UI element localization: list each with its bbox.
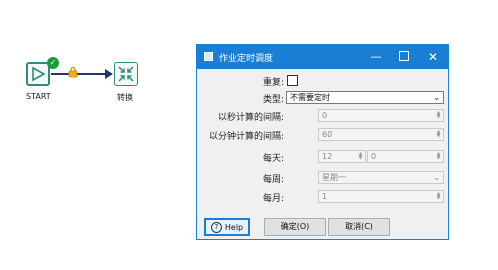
- repeat-label: 重复:: [262, 78, 284, 88]
- play-triangle-icon: [32, 66, 46, 82]
- spinner-arrows-icon[interactable]: ▲ ▼: [357, 152, 364, 161]
- daily-hour-value: 12: [322, 152, 333, 161]
- lock-icon[interactable]: [68, 66, 78, 78]
- transform-node-label: 转换: [117, 93, 133, 102]
- seconds-interval-input[interactable]: 0 ▲ ▼: [318, 109, 444, 122]
- maximize-icon: [399, 51, 409, 61]
- type-select-value: 不需要定时: [290, 93, 330, 102]
- question-mark-icon: ?: [210, 222, 222, 233]
- seconds-interval-value: 0: [322, 111, 328, 120]
- minutes-interval-label: 以分钟计算的间隔:: [208, 132, 284, 142]
- maximize-button[interactable]: [390, 47, 418, 67]
- repeat-checkbox[interactable]: [287, 75, 298, 86]
- weekly-select-value: 星期一: [322, 173, 346, 182]
- monthly-input[interactable]: 1 ▲ ▼: [318, 190, 444, 203]
- collapse-arrows-icon: [118, 66, 134, 82]
- spinner-arrows-icon[interactable]: ▲ ▼: [435, 130, 442, 139]
- type-label: 类型:: [262, 95, 284, 105]
- start-node-label: START: [26, 92, 51, 101]
- monthly-label: 每月:: [262, 194, 284, 204]
- cancel-button[interactable]: 取消(C): [328, 218, 390, 236]
- daily-label: 每天:: [262, 154, 284, 164]
- type-select[interactable]: 不需要定时 ⌄: [286, 91, 444, 104]
- minutes-interval-input[interactable]: 60 ▲ ▼: [318, 128, 444, 141]
- spinner-arrows-icon[interactable]: ▲ ▼: [435, 152, 442, 161]
- daily-minute-value: 0: [371, 152, 377, 161]
- hop-arrow-icon: [105, 69, 113, 79]
- ok-button[interactable]: 确定(O): [264, 218, 326, 236]
- weekly-label: 每周:: [262, 175, 284, 185]
- chevron-down-icon: ⌄: [433, 93, 440, 102]
- spinner-arrows-icon[interactable]: ▲ ▼: [435, 111, 442, 120]
- start-node[interactable]: [26, 62, 50, 86]
- minutes-interval-value: 60: [322, 130, 333, 139]
- daily-hour-input[interactable]: 12 ▲ ▼: [318, 150, 366, 163]
- close-button[interactable]: ✕: [419, 47, 447, 67]
- check-badge-icon: ✓: [47, 57, 59, 69]
- chevron-down-icon: ⌄: [433, 173, 440, 182]
- minimize-button[interactable]: —: [362, 47, 390, 67]
- transform-node[interactable]: [114, 62, 138, 86]
- dialog-title: 作业定时调度: [219, 54, 274, 64]
- hop-line[interactable]: [51, 73, 107, 75]
- weekly-select[interactable]: 星期一 ⌄: [318, 171, 444, 184]
- schedule-dialog: 作业定时调度 — ✕ 重复: 类型: 不需要定时 ⌄ 以秒计算的间隔: 0 ▲ ▼…: [196, 44, 449, 240]
- help-button-label: Help: [224, 223, 244, 232]
- window-icon: [204, 52, 213, 61]
- seconds-interval-label: 以秒计算的间隔:: [217, 113, 284, 123]
- help-button[interactable]: ? Help: [204, 218, 250, 236]
- daily-minute-input[interactable]: 0 ▲ ▼: [367, 150, 444, 163]
- spinner-arrows-icon[interactable]: ▲ ▼: [435, 192, 442, 201]
- monthly-value: 1: [322, 192, 328, 201]
- dialog-titlebar[interactable]: 作业定时调度 — ✕: [197, 45, 448, 69]
